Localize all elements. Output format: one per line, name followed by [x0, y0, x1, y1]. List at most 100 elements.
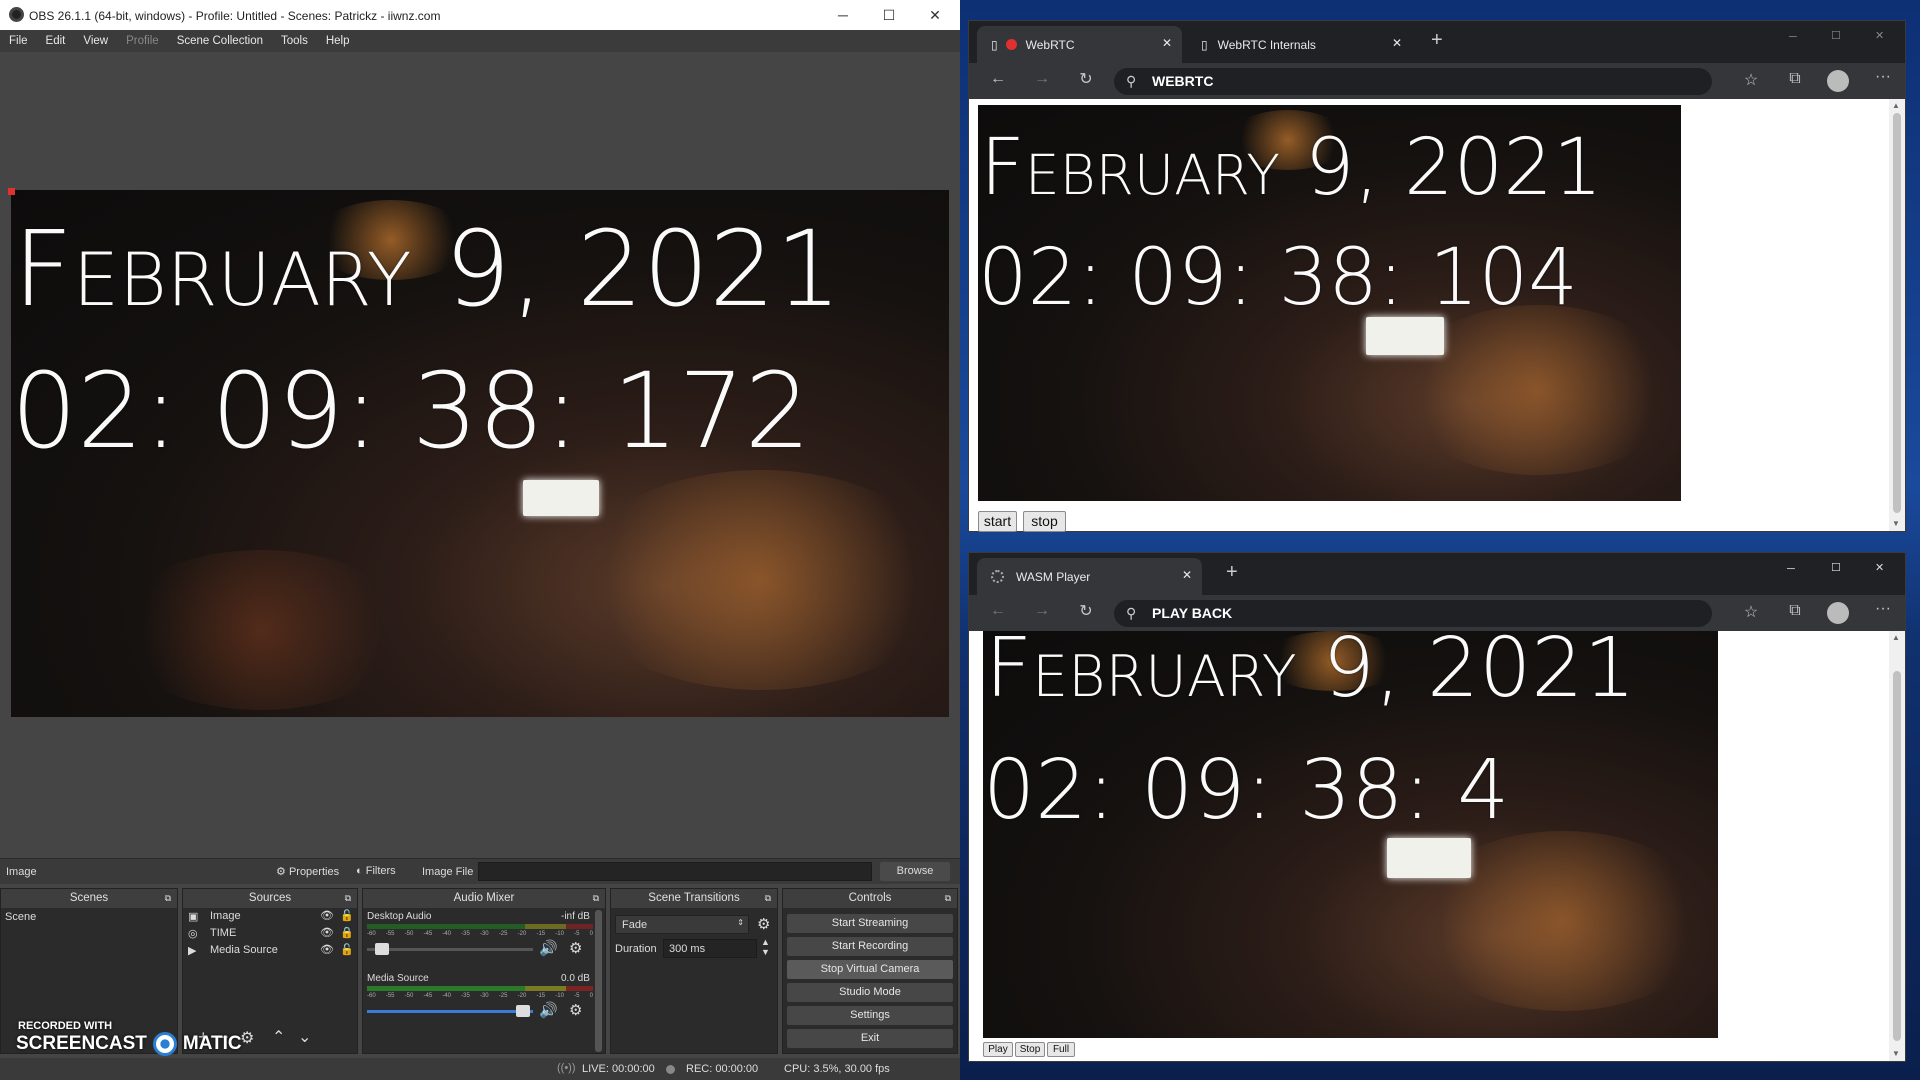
visibility-eye-icon[interactable]: 👁 — [320, 926, 334, 939]
collections-icon[interactable]: ⧉ — [1783, 70, 1807, 88]
preview-selection-handle[interactable] — [8, 188, 15, 195]
minimize-icon[interactable]: ─ — [820, 0, 866, 30]
undock-icon[interactable]: ⧉ — [345, 889, 351, 908]
stepper-icon[interactable]: ▲ ▼ — [761, 937, 770, 957]
reload-icon[interactable]: ↻ — [1074, 601, 1098, 621]
lock-icon[interactable]: 🔒 — [340, 926, 354, 939]
minimize-icon[interactable]: ─ — [1787, 563, 1795, 575]
image-file-path-field[interactable] — [478, 862, 872, 881]
close-icon[interactable]: ✕ — [912, 0, 958, 30]
lock-icon[interactable]: 🔓 — [340, 943, 354, 956]
profile-avatar[interactable] — [1827, 602, 1849, 624]
address-bar[interactable]: ⚲ WEBRTC — [1114, 68, 1712, 95]
source-row-media[interactable]: ▶ Media Source 👁 🔓 — [183, 942, 357, 959]
undock-icon[interactable]: ⧉ — [765, 889, 771, 908]
menu-scene-collection[interactable]: Scene Collection — [168, 35, 272, 47]
undock-icon[interactable]: ⧉ — [165, 889, 171, 908]
back-icon[interactable]: ← — [986, 602, 1010, 620]
volume-slider-handle[interactable] — [515, 1005, 530, 1017]
start-recording-button[interactable]: Start Recording — [787, 937, 953, 956]
full-button[interactable]: Full — [1047, 1042, 1075, 1057]
webrtc-video[interactable]: February 9, 2021 02: 09: 38: 104 — [978, 105, 1681, 501]
scroll-down-icon[interactable]: ▼ — [1892, 519, 1900, 528]
source-row-image[interactable]: ▣ Image 👁 🔓 — [183, 908, 357, 925]
undock-icon[interactable]: ⧉ — [593, 889, 599, 908]
menu-edit[interactable]: Edit — [37, 35, 75, 47]
properties-button[interactable]: ⚙ Properties — [276, 865, 339, 878]
visibility-eye-icon[interactable]: 👁 — [320, 943, 334, 956]
page-scrollbar[interactable]: ▲ ▼ — [1889, 99, 1905, 531]
back-icon[interactable]: ← — [986, 70, 1010, 88]
stop-virtual-camera-button[interactable]: Stop Virtual Camera — [787, 960, 953, 979]
play-button[interactable]: Play — [983, 1042, 1013, 1057]
gear-icon[interactable]: ⚙ — [569, 1001, 582, 1019]
stop-button[interactable]: stop — [1023, 511, 1066, 532]
reload-icon[interactable]: ↻ — [1074, 69, 1098, 89]
filters-button[interactable]: ◐ Filters — [356, 865, 396, 877]
scroll-down-icon[interactable]: ▼ — [1892, 1049, 1900, 1058]
speaker-icon[interactable]: 🔊 — [539, 939, 558, 957]
page-scrollbar[interactable]: ▲ ▼ — [1889, 631, 1905, 1061]
speaker-icon[interactable]: 🔊 — [539, 1001, 558, 1019]
stop-button[interactable]: Stop — [1015, 1042, 1045, 1057]
close-icon[interactable]: ✕ — [1875, 29, 1884, 42]
collections-icon[interactable]: ⧉ — [1783, 602, 1807, 620]
lock-icon[interactable]: 🔓 — [340, 909, 354, 922]
browse-button[interactable]: Browse — [880, 862, 950, 881]
favorites-icon[interactable]: ☆ — [1739, 70, 1763, 90]
scene-item[interactable]: Scene — [1, 908, 177, 926]
maximize-icon[interactable]: ☐ — [1831, 561, 1841, 574]
visibility-eye-icon[interactable]: 👁 — [320, 909, 334, 922]
gear-icon[interactable]: ⚙ — [757, 915, 770, 933]
menu-profile[interactable]: Profile — [117, 35, 168, 47]
close-icon[interactable]: ✕ — [1162, 36, 1172, 50]
gear-icon[interactable]: ⚙ — [569, 939, 582, 957]
new-tab-icon[interactable]: + — [1226, 561, 1238, 584]
exit-button[interactable]: Exit — [787, 1029, 953, 1048]
maximize-icon[interactable]: ☐ — [866, 0, 912, 30]
menu-help[interactable]: Help — [317, 35, 359, 47]
obs-preview-canvas[interactable]: February 9, 2021 02: 09: 38: 172 — [11, 190, 949, 717]
scroll-up-icon[interactable]: ▲ — [1892, 633, 1900, 642]
close-icon[interactable]: ✕ — [1182, 568, 1192, 582]
scroll-thumb[interactable] — [1893, 671, 1901, 1041]
undock-icon[interactable]: ⧉ — [945, 889, 951, 908]
maximize-icon[interactable]: ☐ — [1831, 29, 1841, 42]
menu-file[interactable]: File — [0, 35, 37, 47]
more-menu-icon[interactable]: ··· — [1871, 68, 1895, 86]
meter-scale: -60 -55 -50 -45 -40 -35 -30 -25 -20 -15 -10 -5 0 — [367, 993, 593, 1002]
menu-view[interactable]: View — [74, 35, 117, 47]
gear-icon[interactable]: ⚙ — [240, 1028, 254, 1048]
wasm-video-canvas[interactable]: February 9, 2021 02: 09: 38: 4 — [983, 631, 1718, 1038]
close-icon[interactable]: ✕ — [1392, 36, 1402, 50]
duration-input[interactable]: 300 ms — [663, 939, 757, 958]
minimize-icon[interactable]: ─ — [1789, 31, 1797, 43]
move-up-icon[interactable]: ⌃ — [272, 1027, 285, 1047]
forward-icon[interactable]: → — [1030, 70, 1054, 88]
tab-wasm-player[interactable]: WASM Player ✕ — [977, 558, 1202, 595]
transition-type-select[interactable]: Fade ⇕ — [615, 915, 749, 934]
close-icon[interactable]: ✕ — [1875, 561, 1884, 574]
settings-button[interactable]: Settings — [787, 1006, 953, 1025]
tab-webrtc-internals[interactable]: ▯ WebRTC Internals ✕ — [1187, 26, 1412, 63]
move-down-icon[interactable]: ⌄ — [298, 1027, 311, 1047]
address-bar[interactable]: ⚲ PLAY BACK — [1114, 600, 1712, 627]
new-tab-icon[interactable]: + — [1431, 29, 1443, 52]
scroll-thumb[interactable] — [1893, 113, 1901, 513]
volume-slider-handle[interactable] — [374, 943, 389, 955]
studio-mode-button[interactable]: Studio Mode — [787, 983, 953, 1002]
mixer-scrollbar[interactable] — [595, 910, 602, 1052]
start-streaming-button[interactable]: Start Streaming — [787, 914, 953, 933]
scroll-up-icon[interactable]: ▲ — [1892, 101, 1900, 110]
source-row-time[interactable]: ◎ TIME 👁 🔒 — [183, 925, 357, 942]
tab-webrtc[interactable]: ▯ WebRTC ✕ — [977, 26, 1182, 63]
menu-tools[interactable]: Tools — [272, 35, 317, 47]
volume-slider-track[interactable] — [367, 1010, 533, 1013]
more-menu-icon[interactable]: ··· — [1871, 600, 1895, 618]
volume-slider-track[interactable] — [367, 948, 533, 951]
profile-avatar[interactable] — [1827, 70, 1849, 92]
start-button[interactable]: start — [978, 511, 1017, 532]
forward-icon[interactable]: → — [1030, 602, 1054, 620]
mixer-channel-desktop: Desktop Audio -inf dB -60 -55 -50 -45 -40 -35… — [363, 908, 605, 970]
favorites-icon[interactable]: ☆ — [1739, 602, 1763, 622]
